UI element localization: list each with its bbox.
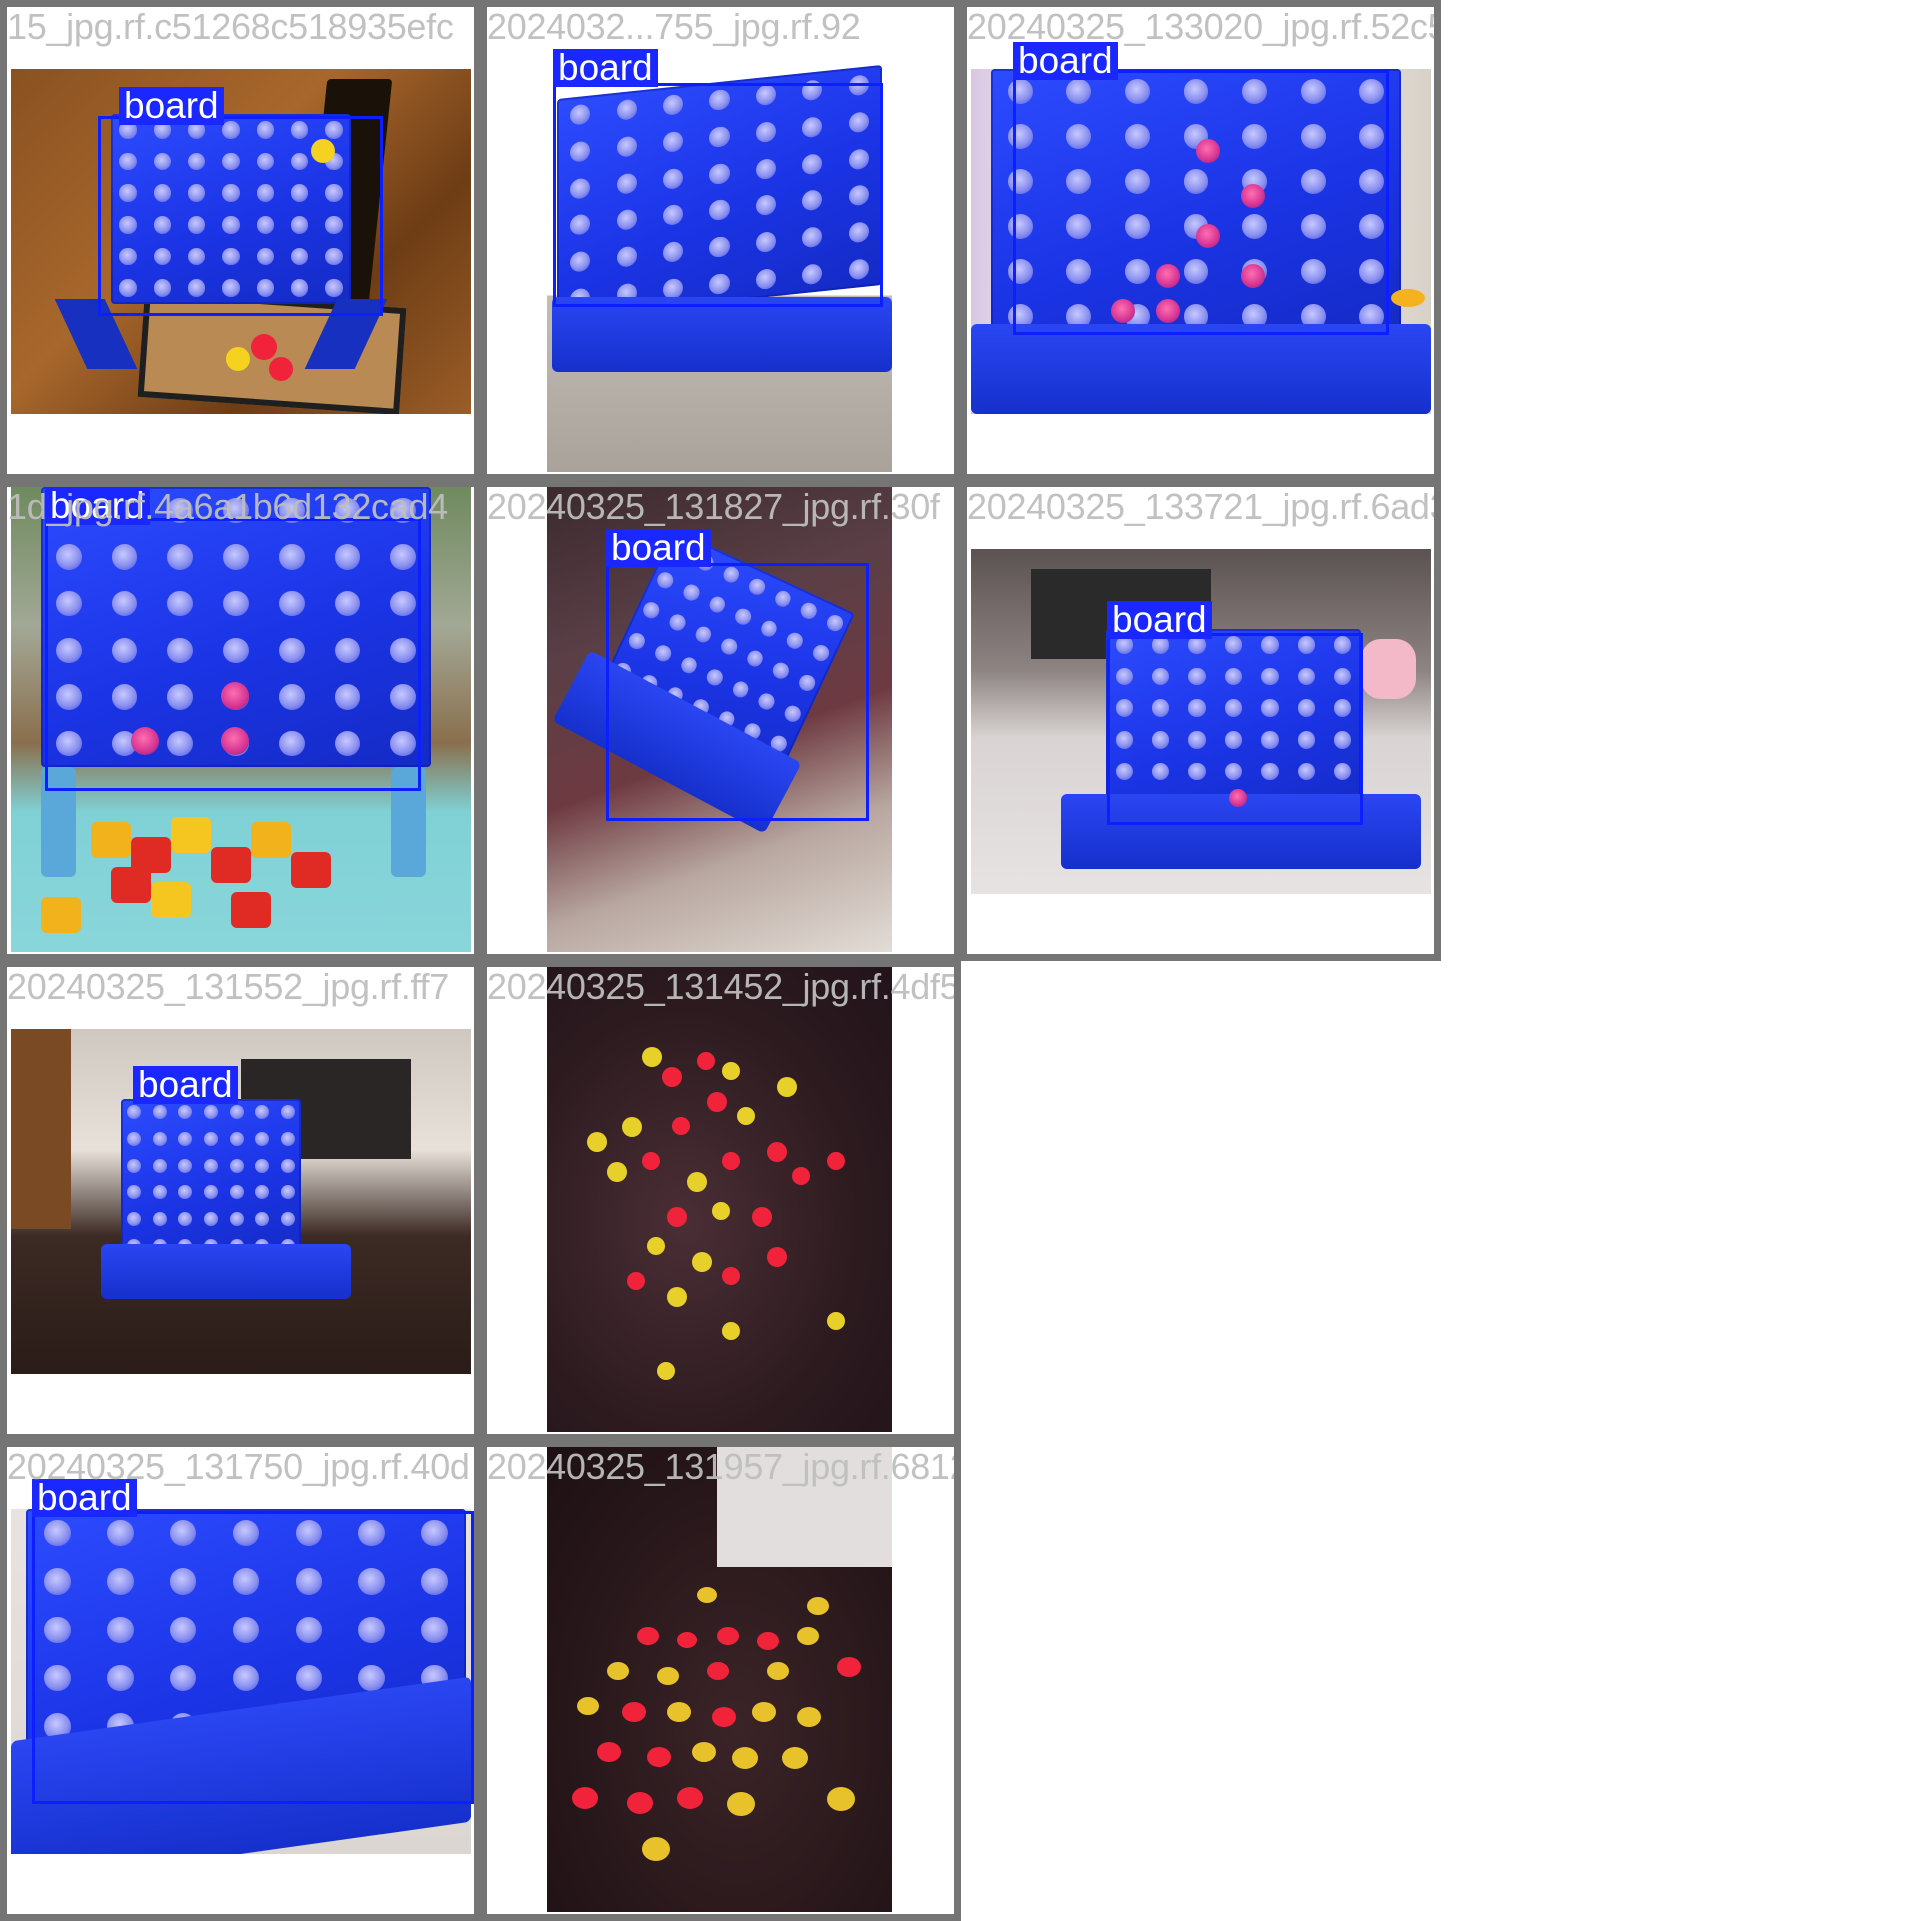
board-hole	[178, 1131, 193, 1147]
board-hole	[229, 1158, 244, 1173]
board-hole	[152, 1131, 167, 1147]
image-tile[interactable]: 20240325_131827_jpg.rf.30f board	[480, 480, 961, 961]
board-hole	[126, 1158, 141, 1173]
board-hole	[126, 1131, 141, 1147]
board-hole	[178, 1158, 193, 1173]
board-hole	[126, 1185, 141, 1200]
board-hole	[229, 1185, 244, 1200]
image-tile[interactable]: 20240325_131957_jpg.rf.681221ecbbd68d10b	[480, 1440, 961, 1921]
image-tile[interactable]: 2024032...755_jpg.rf.92 board	[480, 0, 961, 481]
class-label: board	[45, 487, 150, 525]
bounding-box	[1013, 70, 1389, 335]
bounding-box	[45, 518, 421, 791]
board-hole	[281, 1185, 296, 1200]
annotation-grid: 15_jpg.rf.c51268c518935efc board 2024032…	[0, 0, 1920, 1921]
image-tile[interactable]: 1d_jpg.rf.4a6a1b6d132cad4 board	[0, 480, 481, 961]
bounding-box	[98, 116, 383, 316]
board-hole	[281, 1211, 296, 1227]
class-label: board	[606, 529, 711, 567]
board-hole	[178, 1185, 193, 1200]
board-hole	[229, 1105, 244, 1120]
bounding-box	[553, 83, 883, 307]
bounding-box	[1107, 633, 1363, 825]
board-hole	[152, 1211, 167, 1227]
photo	[11, 1029, 471, 1374]
board-hole	[126, 1211, 141, 1227]
photo	[547, 967, 892, 1432]
class-label: board	[119, 87, 224, 125]
board-hole	[152, 1105, 167, 1120]
board-hole	[255, 1185, 270, 1200]
class-label: board	[553, 49, 658, 87]
board-hole	[281, 1131, 296, 1147]
photo	[547, 1447, 892, 1912]
class-label: board	[32, 1479, 137, 1517]
board-hole	[229, 1211, 244, 1227]
bounding-box	[32, 1511, 474, 1804]
image-tile[interactable]: 20240325_131452_jpg.rf.4df586fccc1badea1	[480, 960, 961, 1441]
image-tile[interactable]: 15_jpg.rf.c51268c518935efc board	[0, 0, 481, 481]
board-hole	[178, 1105, 193, 1120]
board-hole	[203, 1131, 219, 1147]
board-hole	[126, 1105, 141, 1120]
image-tile[interactable]: 20240325_133721_jpg.rf.6ad3e9aba0fe70431…	[960, 480, 1441, 961]
board-hole	[203, 1158, 219, 1173]
board-hole	[229, 1131, 244, 1147]
board-hole	[152, 1158, 167, 1173]
board-hole	[203, 1185, 219, 1200]
board-hole	[203, 1105, 219, 1120]
image-filename: 20240325_131552_jpg.rf.ff7	[7, 966, 449, 1007]
bounding-box	[606, 563, 869, 821]
board-hole	[255, 1158, 270, 1173]
image-tile[interactable]: 20240325_133020_jpg.rf.52c52e7ecdff6e477…	[960, 0, 1441, 481]
board-hole	[178, 1211, 193, 1227]
board-hole	[255, 1211, 270, 1227]
class-label: board	[133, 1066, 238, 1104]
board-hole	[255, 1131, 270, 1147]
board-hole	[203, 1211, 219, 1227]
image-filename: 15_jpg.rf.c51268c518935efc	[7, 6, 454, 47]
board-hole	[281, 1158, 296, 1173]
board-hole	[152, 1185, 167, 1200]
class-label: board	[1013, 42, 1118, 80]
board-hole	[281, 1105, 296, 1120]
image-filename: 20240325_133721_jpg.rf.6ad3e9aba0fe70431	[967, 486, 1434, 527]
image-tile[interactable]: 20240325_131552_jpg.rf.ff7 board	[0, 960, 481, 1441]
image-tile[interactable]: 20240325_131750_jpg.rf.40d board	[0, 1440, 481, 1921]
board-hole	[255, 1105, 270, 1120]
class-label: board	[1107, 601, 1212, 639]
